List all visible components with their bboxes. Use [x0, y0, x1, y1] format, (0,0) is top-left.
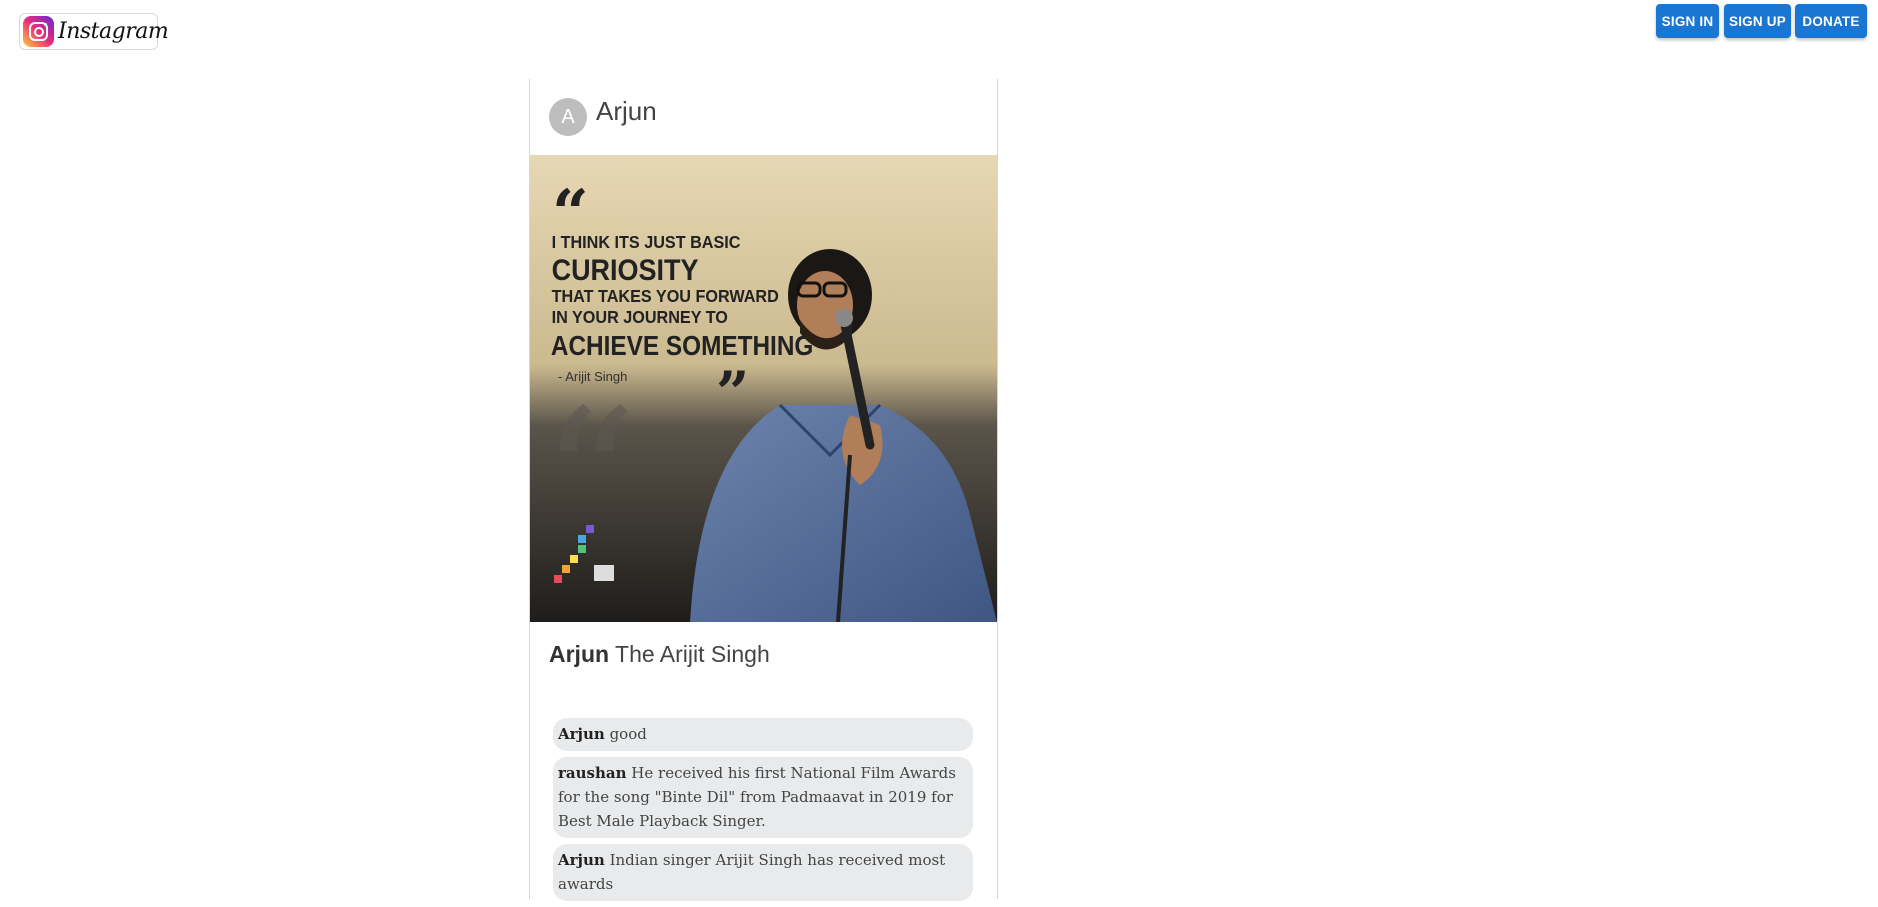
avatar[interactable]: A: [549, 98, 587, 136]
comment-text: good: [609, 725, 647, 743]
post-caption: Arjun The Arijit Singh: [549, 641, 770, 668]
instagram-logo[interactable]: Instagram: [19, 13, 169, 50]
comment-username[interactable]: Arjun: [558, 851, 605, 869]
quote-line-1: I THINK ITS JUST BASIC: [552, 232, 741, 252]
quote-line-2: CURIOSITY: [552, 254, 699, 288]
quote-attribution: - Arijit Singh: [558, 369, 627, 384]
post-header: A Arjun: [530, 79, 997, 156]
instagram-icon: [23, 16, 54, 47]
svg-text:”: ”: [716, 359, 749, 427]
quote-line-4: IN YOUR JOURNEY TO: [552, 307, 728, 327]
comment-username[interactable]: Arjun: [558, 725, 605, 743]
caption-text: The Arijit Singh: [615, 641, 770, 667]
caption-username[interactable]: Arjun: [549, 641, 609, 667]
quote-line-3: THAT TAKES YOU FORWARD: [552, 286, 779, 306]
comment-item: raushan He received his first National F…: [553, 757, 973, 838]
logo-text: Instagram: [58, 19, 169, 44]
comment-item: Arjun Indian singer Arijit Singh has rec…: [553, 844, 973, 901]
donate-button[interactable]: DONATE: [1795, 4, 1867, 38]
comments-list: Arjun good raushan He received his first…: [553, 718, 973, 907]
post-username[interactable]: Arjun: [596, 96, 657, 127]
comment-username[interactable]: raushan: [558, 764, 627, 782]
sign-up-button[interactable]: SIGN UP: [1724, 4, 1791, 38]
svg-text:“: “: [540, 369, 637, 590]
quote-line-5: ACHIEVE SOMETHING: [551, 329, 813, 361]
comment-text: Indian singer Arijit Singh has received …: [558, 851, 946, 893]
post-card: A Arjun “ “ ” I THINK ITS JUST BASIC CUR…: [529, 79, 998, 901]
comment-item: Arjun good: [553, 718, 973, 751]
post-image[interactable]: “ “ ” I THINK ITS JUST BASIC CURIOSITY T…: [530, 155, 997, 622]
sign-in-button[interactable]: SIGN IN: [1656, 4, 1719, 38]
